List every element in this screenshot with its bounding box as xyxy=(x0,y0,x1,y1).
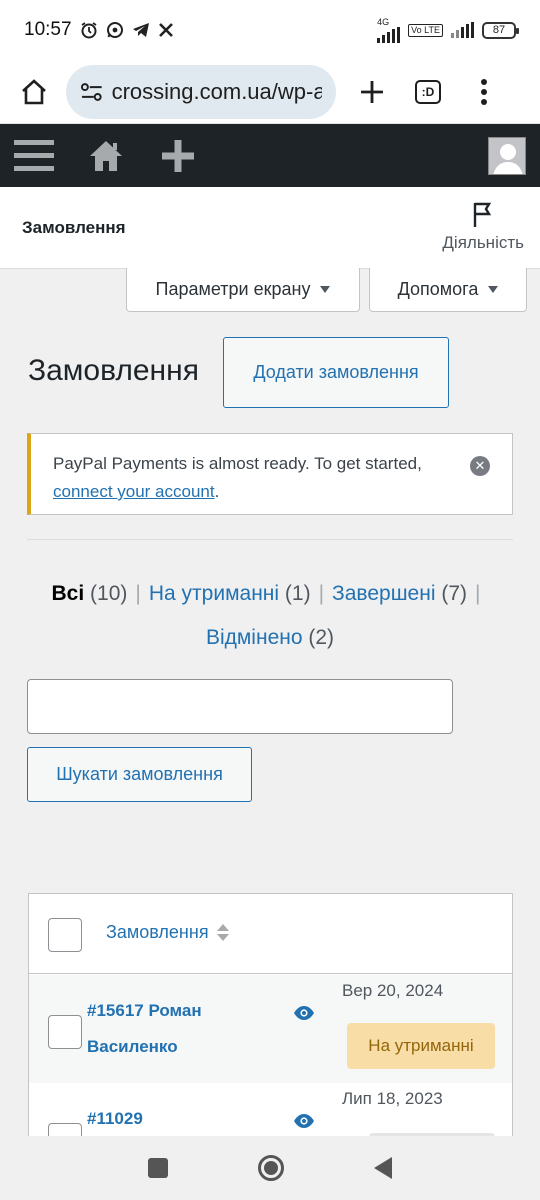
activity-panel-button[interactable]: Діяльність xyxy=(442,201,524,253)
separator: | xyxy=(318,582,325,605)
browser-toolbar: crossing.com.ua/wp-a :D xyxy=(0,60,540,124)
caret-down-icon xyxy=(320,286,331,293)
new-content-link[interactable] xyxy=(158,136,198,176)
row-checkbox[interactable] xyxy=(48,1015,82,1049)
site-home-link[interactable] xyxy=(86,136,126,176)
home-button[interactable] xyxy=(12,70,56,114)
network-type: 4G xyxy=(377,16,390,27)
tab-switcher-icon: :D xyxy=(415,79,441,104)
screen-options-label: Параметри екрану xyxy=(155,279,311,299)
filter-completed[interactable]: Завершені (7) xyxy=(332,582,467,605)
help-button[interactable]: Допомога xyxy=(369,268,527,312)
tab-switcher-button[interactable]: :D xyxy=(406,70,450,114)
search-orders-button[interactable]: Шукати замовлення xyxy=(27,747,252,802)
notification-icons xyxy=(80,21,174,39)
table-header: Замовлення xyxy=(29,894,512,974)
order-search-input[interactable] xyxy=(27,679,453,734)
order-column-label: Замовлення xyxy=(106,922,209,942)
filter-all[interactable]: Всі (10) xyxy=(52,582,128,605)
site-settings-icon xyxy=(80,82,102,101)
filter-completed-count: (7) xyxy=(441,582,467,605)
filter-cancelled-count: (2) xyxy=(308,626,335,649)
address-bar[interactable]: crossing.com.ua/wp-a xyxy=(66,64,336,119)
add-order-button[interactable]: Додати замовлення xyxy=(223,337,449,408)
connect-account-link[interactable]: connect your account xyxy=(53,482,215,501)
telegram-icon xyxy=(132,23,149,37)
help-label: Допомога xyxy=(397,279,479,299)
table-row[interactable]: #15617 Роман Василенко Вер 20, 2024 На у… xyxy=(29,975,512,1083)
close-icon: ✕ xyxy=(474,458,486,473)
filter-on-hold-count: (1) xyxy=(284,582,311,605)
url-text: crossing.com.ua/wp-a xyxy=(111,78,322,104)
dismiss-notice-button[interactable]: ✕ xyxy=(470,456,490,476)
paypal-notice: PayPal Payments is almost ready. To get … xyxy=(27,433,513,515)
menu-icon xyxy=(14,139,54,171)
preview-eye-icon[interactable] xyxy=(293,1005,315,1021)
plus-icon xyxy=(162,139,194,172)
browser-menu-button[interactable] xyxy=(462,70,506,114)
wp-admin-bar xyxy=(0,124,540,187)
whatsapp-icon xyxy=(106,22,123,38)
activity-label: Діяльність xyxy=(442,233,524,252)
status-badge: На утриманні xyxy=(347,1023,495,1069)
notice-text: PayPal Payments is almost ready. To get … xyxy=(53,454,422,473)
home-icon xyxy=(22,78,46,104)
status-filters: Всі (10) | На утриманні (1) | Завершені (7) |… xyxy=(27,572,513,660)
filter-all-label: Всі xyxy=(51,582,85,605)
back-button[interactable] xyxy=(374,1157,392,1179)
system-icons: 4G Vo LTE 87 xyxy=(377,16,519,43)
x-icon xyxy=(158,23,173,37)
signal-icon-2 xyxy=(451,22,474,38)
order-link[interactable]: #15617 Роман Василенко xyxy=(87,993,237,1065)
order-date: Вер 20, 2024 xyxy=(342,981,444,1000)
screen-options-button[interactable]: Параметри екрану xyxy=(126,268,360,312)
more-vert-icon xyxy=(481,78,487,105)
system-nav-bar xyxy=(0,1136,540,1200)
wc-header-title: Замовлення xyxy=(22,217,126,237)
filter-cancelled-label: Відмінено xyxy=(205,626,303,649)
alarm-icon xyxy=(81,22,97,39)
preview-eye-icon[interactable] xyxy=(293,1113,315,1129)
filter-all-count: (10) xyxy=(90,582,128,605)
filter-on-hold-label: На утриманні xyxy=(148,582,280,605)
notice-tail: . xyxy=(214,482,220,501)
caret-down-icon xyxy=(488,286,499,293)
orders-table: Замовлення #15617 Роман Василенко Вер 20… xyxy=(28,893,513,1136)
separator: | xyxy=(475,582,481,605)
status-time: 10:57 xyxy=(24,19,72,40)
signal-icon xyxy=(377,26,401,43)
home-dot-icon xyxy=(264,1161,278,1175)
admin-menu-toggle[interactable] xyxy=(14,136,54,176)
filter-completed-label: Завершені xyxy=(332,582,436,605)
user-avatar[interactable] xyxy=(488,136,526,175)
separator: | xyxy=(135,582,141,605)
flag-icon xyxy=(474,202,492,227)
page-title: Замовлення xyxy=(28,354,199,387)
order-column-header[interactable]: Замовлення xyxy=(106,922,229,943)
wc-header: Замовлення Діяльність xyxy=(0,187,540,269)
battery-icon: 87 xyxy=(482,21,519,39)
plus-icon xyxy=(361,80,383,103)
sort-icon xyxy=(216,924,229,941)
table-row[interactable]: #11029 Олександр Лип 18, 2023 xyxy=(29,1083,512,1136)
order-date: Лип 18, 2023 xyxy=(342,1089,443,1108)
row-checkbox[interactable] xyxy=(48,1123,82,1136)
home-nav-button[interactable] xyxy=(258,1155,284,1181)
filter-cancelled[interactable]: Відмінено (2) xyxy=(206,626,334,649)
volte-badge: Vo LTE xyxy=(408,23,443,37)
status-bar: 10:57 4G Vo LTE 87 xyxy=(0,0,540,60)
recents-button[interactable] xyxy=(148,1158,168,1178)
order-link[interactable]: #11029 Олександр xyxy=(87,1101,237,1136)
home-icon xyxy=(90,140,122,171)
filter-on-hold[interactable]: На утриманні (1) xyxy=(149,582,311,605)
new-tab-button[interactable] xyxy=(350,70,394,114)
avatar-icon xyxy=(489,137,525,174)
select-all-checkbox[interactable] xyxy=(48,918,82,952)
divider xyxy=(27,539,513,540)
